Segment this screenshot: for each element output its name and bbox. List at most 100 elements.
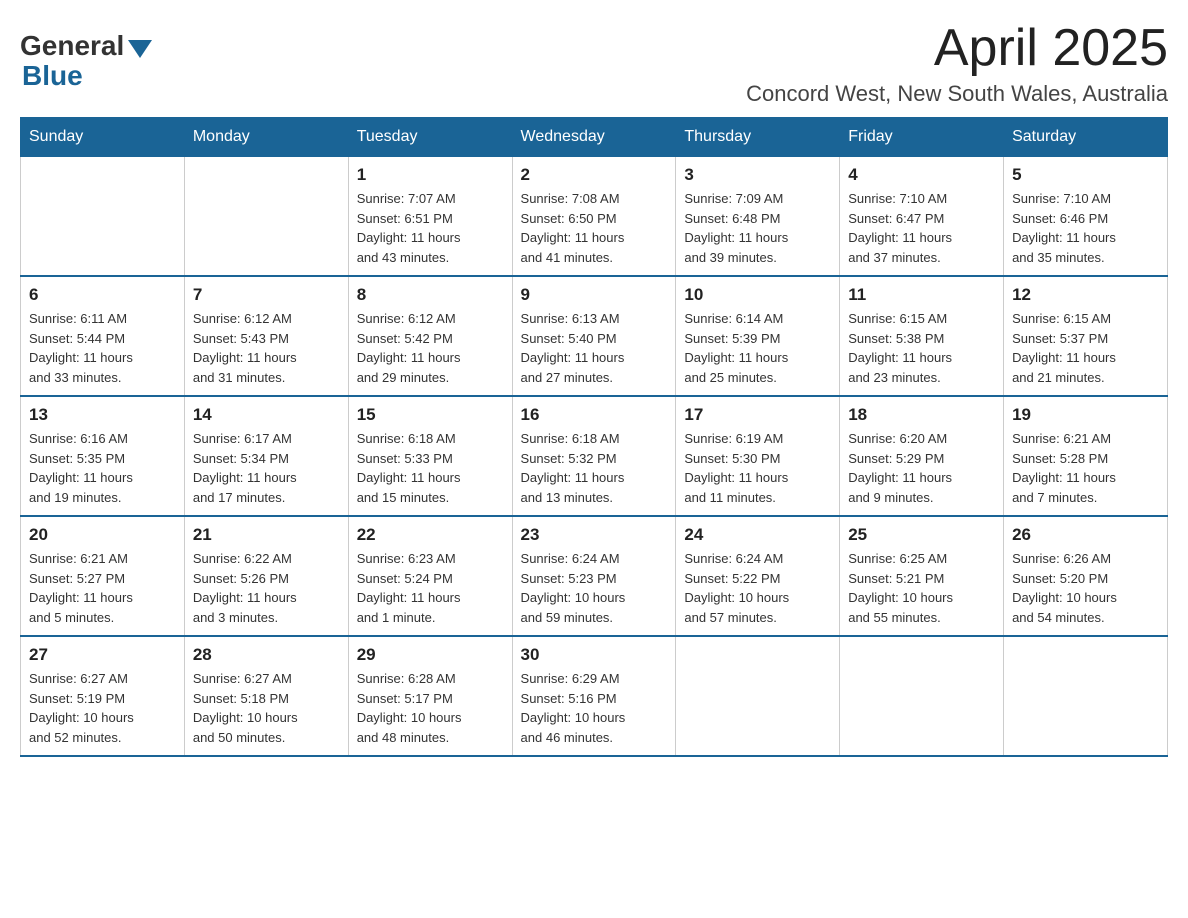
- day-number: 14: [193, 405, 340, 425]
- calendar-cell: 23 Sunrise: 6:24 AM Sunset: 5:23 PM Dayli…: [512, 516, 676, 636]
- day-number: 28: [193, 645, 340, 665]
- day-number: 5: [1012, 165, 1159, 185]
- calendar-cell: [840, 636, 1004, 756]
- day-number: 4: [848, 165, 995, 185]
- day-info: Sunrise: 7:09 AM Sunset: 6:48 PM Dayligh…: [684, 189, 831, 267]
- calendar-cell: 24Sunrise: 6:24 AM Sunset: 5:22 PM Dayli…: [676, 516, 840, 636]
- calendar-cell: 14 Sunrise: 6:17 AM Sunset: 5:34 PM Dayli…: [184, 396, 348, 516]
- calendar-week-row: 1 Sunrise: 7:07 AM Sunset: 6:51 PM Daylig…: [21, 157, 1168, 277]
- calendar-cell: 22Sunrise: 6:23 AM Sunset: 5:24 PM Dayli…: [348, 516, 512, 636]
- calendar-cell: 8 Sunrise: 6:12 AM Sunset: 5:42 PM Daylig…: [348, 276, 512, 396]
- calendar-cell: 26 Sunrise: 6:26 AM Sunset: 5:20 PM Dayli…: [1004, 516, 1168, 636]
- day-number: 15: [357, 405, 504, 425]
- header: General Blue April 2025 Concord West, Ne…: [20, 20, 1168, 107]
- day-number: 1: [357, 165, 504, 185]
- day-info: Sunrise: 6:21 AM Sunset: 5:28 PM Dayligh…: [1012, 429, 1159, 507]
- day-number: 10: [684, 285, 831, 305]
- day-info: Sunrise: 6:13 AM Sunset: 5:40 PM Dayligh…: [521, 309, 668, 387]
- day-number: 16: [521, 405, 668, 425]
- calendar-cell: 25Sunrise: 6:25 AM Sunset: 5:21 PM Dayli…: [840, 516, 1004, 636]
- day-info: Sunrise: 6:28 AM Sunset: 5:17 PM Dayligh…: [357, 669, 504, 747]
- calendar-table: SundayMondayTuesdayWednesdayThursdayFrid…: [20, 117, 1168, 757]
- calendar-cell: 1 Sunrise: 7:07 AM Sunset: 6:51 PM Daylig…: [348, 157, 512, 277]
- day-number: 30: [521, 645, 668, 665]
- day-number: 7: [193, 285, 340, 305]
- day-info: Sunrise: 6:14 AM Sunset: 5:39 PM Dayligh…: [684, 309, 831, 387]
- day-info: Sunrise: 6:18 AM Sunset: 5:33 PM Dayligh…: [357, 429, 504, 507]
- header-monday: Monday: [184, 118, 348, 157]
- header-sunday: Sunday: [21, 118, 185, 157]
- calendar-cell: 29Sunrise: 6:28 AM Sunset: 5:17 PM Dayli…: [348, 636, 512, 756]
- day-number: 18: [848, 405, 995, 425]
- day-number: 3: [684, 165, 831, 185]
- day-info: Sunrise: 6:26 AM Sunset: 5:20 PM Dayligh…: [1012, 549, 1159, 627]
- day-info: Sunrise: 6:23 AM Sunset: 5:24 PM Dayligh…: [357, 549, 504, 627]
- calendar-week-row: 27Sunrise: 6:27 AM Sunset: 5:19 PM Dayli…: [21, 636, 1168, 756]
- day-number: 8: [357, 285, 504, 305]
- day-number: 20: [29, 525, 176, 545]
- calendar-cell: 20 Sunrise: 6:21 AM Sunset: 5:27 PM Dayli…: [21, 516, 185, 636]
- calendar-cell: 10 Sunrise: 6:14 AM Sunset: 5:39 PM Dayli…: [676, 276, 840, 396]
- calendar-cell: 13 Sunrise: 6:16 AM Sunset: 5:35 PM Dayli…: [21, 396, 185, 516]
- calendar-cell: [21, 157, 185, 277]
- day-number: 26: [1012, 525, 1159, 545]
- header-saturday: Saturday: [1004, 118, 1168, 157]
- day-number: 13: [29, 405, 176, 425]
- month-title: April 2025: [746, 20, 1168, 77]
- day-number: 24: [684, 525, 831, 545]
- day-info: Sunrise: 6:15 AM Sunset: 5:38 PM Dayligh…: [848, 309, 995, 387]
- title-area: April 2025 Concord West, New South Wales…: [746, 20, 1168, 107]
- day-info: Sunrise: 6:12 AM Sunset: 5:43 PM Dayligh…: [193, 309, 340, 387]
- day-info: Sunrise: 7:10 AM Sunset: 6:47 PM Dayligh…: [848, 189, 995, 267]
- day-info: Sunrise: 6:21 AM Sunset: 5:27 PM Dayligh…: [29, 549, 176, 627]
- day-number: 23: [521, 525, 668, 545]
- calendar-cell: [184, 157, 348, 277]
- day-info: Sunrise: 6:27 AM Sunset: 5:18 PM Dayligh…: [193, 669, 340, 747]
- calendar-week-row: 13 Sunrise: 6:16 AM Sunset: 5:35 PM Dayli…: [21, 396, 1168, 516]
- day-info: Sunrise: 7:10 AM Sunset: 6:46 PM Dayligh…: [1012, 189, 1159, 267]
- day-info: Sunrise: 6:29 AM Sunset: 5:16 PM Dayligh…: [521, 669, 668, 747]
- day-info: Sunrise: 6:18 AM Sunset: 5:32 PM Dayligh…: [521, 429, 668, 507]
- calendar-cell: 11 Sunrise: 6:15 AM Sunset: 5:38 PM Dayli…: [840, 276, 1004, 396]
- day-info: Sunrise: 6:12 AM Sunset: 5:42 PM Dayligh…: [357, 309, 504, 387]
- logo-arrow-icon: [128, 40, 152, 58]
- day-info: Sunrise: 7:07 AM Sunset: 6:51 PM Dayligh…: [357, 189, 504, 267]
- day-number: 12: [1012, 285, 1159, 305]
- day-number: 9: [521, 285, 668, 305]
- day-number: 6: [29, 285, 176, 305]
- calendar-cell: 5 Sunrise: 7:10 AM Sunset: 6:46 PM Daylig…: [1004, 157, 1168, 277]
- calendar-header-row: SundayMondayTuesdayWednesdayThursdayFrid…: [21, 118, 1168, 157]
- calendar-cell: 18 Sunrise: 6:20 AM Sunset: 5:29 PM Dayli…: [840, 396, 1004, 516]
- calendar-cell: 2 Sunrise: 7:08 AM Sunset: 6:50 PM Daylig…: [512, 157, 676, 277]
- calendar-week-row: 20 Sunrise: 6:21 AM Sunset: 5:27 PM Dayli…: [21, 516, 1168, 636]
- logo-general-text: General: [20, 30, 124, 62]
- day-info: Sunrise: 6:17 AM Sunset: 5:34 PM Dayligh…: [193, 429, 340, 507]
- day-number: 17: [684, 405, 831, 425]
- day-info: Sunrise: 6:24 AM Sunset: 5:23 PM Dayligh…: [521, 549, 668, 627]
- day-info: Sunrise: 6:16 AM Sunset: 5:35 PM Dayligh…: [29, 429, 176, 507]
- day-number: 27: [29, 645, 176, 665]
- header-tuesday: Tuesday: [348, 118, 512, 157]
- day-number: 2: [521, 165, 668, 185]
- calendar-cell: 17 Sunrise: 6:19 AM Sunset: 5:30 PM Dayli…: [676, 396, 840, 516]
- calendar-cell: 4 Sunrise: 7:10 AM Sunset: 6:47 PM Daylig…: [840, 157, 1004, 277]
- calendar-cell: [676, 636, 840, 756]
- header-friday: Friday: [840, 118, 1004, 157]
- logo-blue-text: Blue: [22, 60, 83, 92]
- day-info: Sunrise: 7:08 AM Sunset: 6:50 PM Dayligh…: [521, 189, 668, 267]
- calendar-cell: 19Sunrise: 6:21 AM Sunset: 5:28 PM Dayli…: [1004, 396, 1168, 516]
- calendar-cell: 30 Sunrise: 6:29 AM Sunset: 5:16 PM Dayli…: [512, 636, 676, 756]
- calendar-cell: 21 Sunrise: 6:22 AM Sunset: 5:26 PM Dayli…: [184, 516, 348, 636]
- calendar-cell: 15 Sunrise: 6:18 AM Sunset: 5:33 PM Dayli…: [348, 396, 512, 516]
- calendar-cell: 7 Sunrise: 6:12 AM Sunset: 5:43 PM Daylig…: [184, 276, 348, 396]
- day-info: Sunrise: 6:19 AM Sunset: 5:30 PM Dayligh…: [684, 429, 831, 507]
- day-info: Sunrise: 6:15 AM Sunset: 5:37 PM Dayligh…: [1012, 309, 1159, 387]
- day-number: 21: [193, 525, 340, 545]
- day-info: Sunrise: 6:22 AM Sunset: 5:26 PM Dayligh…: [193, 549, 340, 627]
- day-number: 11: [848, 285, 995, 305]
- header-wednesday: Wednesday: [512, 118, 676, 157]
- day-info: Sunrise: 6:11 AM Sunset: 5:44 PM Dayligh…: [29, 309, 176, 387]
- location-title: Concord West, New South Wales, Australia: [746, 81, 1168, 107]
- day-info: Sunrise: 6:20 AM Sunset: 5:29 PM Dayligh…: [848, 429, 995, 507]
- calendar-cell: 28 Sunrise: 6:27 AM Sunset: 5:18 PM Dayli…: [184, 636, 348, 756]
